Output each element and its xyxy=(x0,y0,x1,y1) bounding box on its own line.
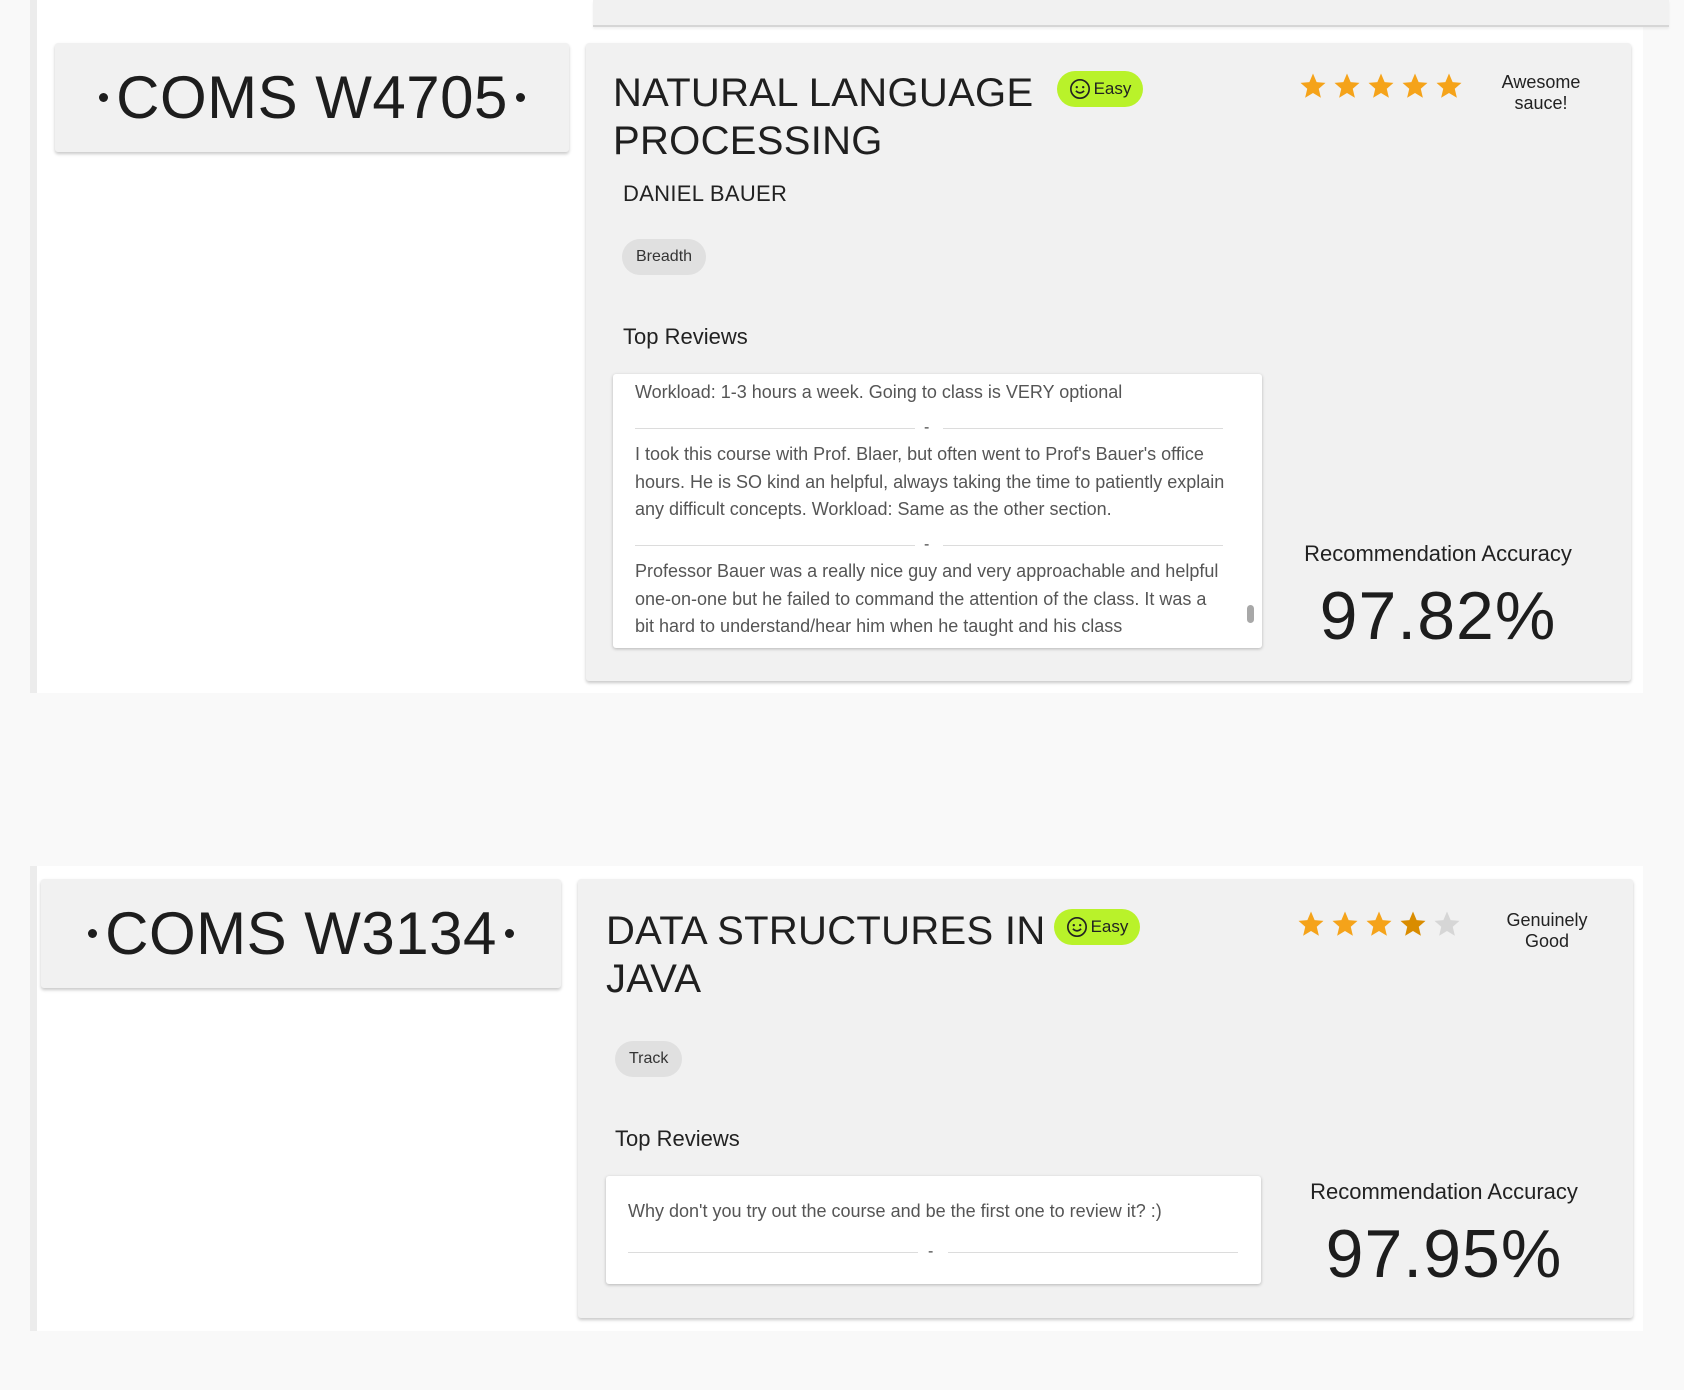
instructor-name: DANIEL BAUER xyxy=(623,181,788,206)
bullet-dot xyxy=(88,929,98,938)
star-rating xyxy=(1296,909,1462,939)
review-text: Professor Bauer was a really nice guy an… xyxy=(635,561,1219,636)
course-code: COMS W3134 xyxy=(105,900,497,967)
review-separator: - xyxy=(628,1243,1238,1260)
top-reviews-heading: Top Reviews xyxy=(615,1126,740,1151)
difficulty-label: Easy xyxy=(1090,917,1129,936)
bullet-dot xyxy=(504,929,514,938)
course-card: DATA STRUCTURES IN JAVA Easy Genuinely G… xyxy=(578,879,1633,1318)
difficulty-badge: Easy xyxy=(1057,71,1143,107)
previous-card-edge xyxy=(593,0,1669,27)
course-title: NATURAL LANGUAGE PROCESSING xyxy=(613,71,1034,163)
star-icon xyxy=(1436,73,1462,98)
star-icon xyxy=(1334,73,1360,98)
star-icon xyxy=(1332,911,1358,936)
course-panel-2: COMS W3134 DATA STRUCTURES IN JAVA Easy … xyxy=(30,866,1643,1331)
star-icon xyxy=(1368,73,1394,98)
star-rating xyxy=(1298,71,1464,101)
course-code-card[interactable]: COMS W4705 xyxy=(55,43,569,152)
star-icon xyxy=(1300,73,1326,98)
accuracy-value: 97.95% xyxy=(1325,1216,1563,1292)
course-code-card[interactable]: COMS W3134 xyxy=(41,879,561,988)
review-text: Why don't you try out the course and be … xyxy=(628,1201,1162,1221)
reviews-list[interactable]: Why don't you try out the course and be … xyxy=(606,1176,1261,1284)
course-panel-1: COMS W4705 NATURAL LANGUAGE PROCESSING E… xyxy=(30,0,1669,693)
top-reviews-heading: Top Reviews xyxy=(623,324,748,349)
empty-star-icon xyxy=(1434,911,1460,936)
scrollbar-thumb[interactable] xyxy=(1247,605,1254,623)
rating-label: Awesome sauce! xyxy=(1501,72,1581,113)
bullet-dot xyxy=(515,93,525,102)
review-text: I took this course with Prof. Blaer, but… xyxy=(635,444,1225,519)
tag-chip[interactable]: Breadth xyxy=(622,239,707,275)
accuracy-value: 97.82% xyxy=(1319,578,1557,654)
bullet-dot xyxy=(99,93,109,102)
smiley-icon xyxy=(1066,917,1087,937)
rating-label: Genuinely Good xyxy=(1506,910,1588,951)
course-card: NATURAL LANGUAGE PROCESSING Easy Awesome… xyxy=(586,43,1631,681)
review-text: Workload: 1-3 hours a week. Going to cla… xyxy=(635,382,1123,402)
star-icon xyxy=(1366,911,1392,936)
difficulty-badge: Easy xyxy=(1054,909,1140,945)
review-separator: - xyxy=(635,419,1223,436)
half-star-icon xyxy=(1400,911,1426,936)
course-code: COMS W4705 xyxy=(116,64,508,131)
accuracy-label: Recommendation Accuracy xyxy=(1304,541,1572,566)
course-title: DATA STRUCTURES IN JAVA xyxy=(606,909,1046,1001)
reviews-list[interactable]: Workload: 1-3 hours a week. Going to cla… xyxy=(613,374,1262,648)
smiley-icon xyxy=(1069,79,1090,99)
star-icon xyxy=(1402,73,1428,98)
star-icon xyxy=(1298,911,1324,936)
review-separator: - xyxy=(635,536,1223,553)
difficulty-label: Easy xyxy=(1093,79,1132,98)
tag-chip[interactable]: Track xyxy=(615,1041,683,1077)
accuracy-label: Recommendation Accuracy xyxy=(1310,1179,1578,1204)
